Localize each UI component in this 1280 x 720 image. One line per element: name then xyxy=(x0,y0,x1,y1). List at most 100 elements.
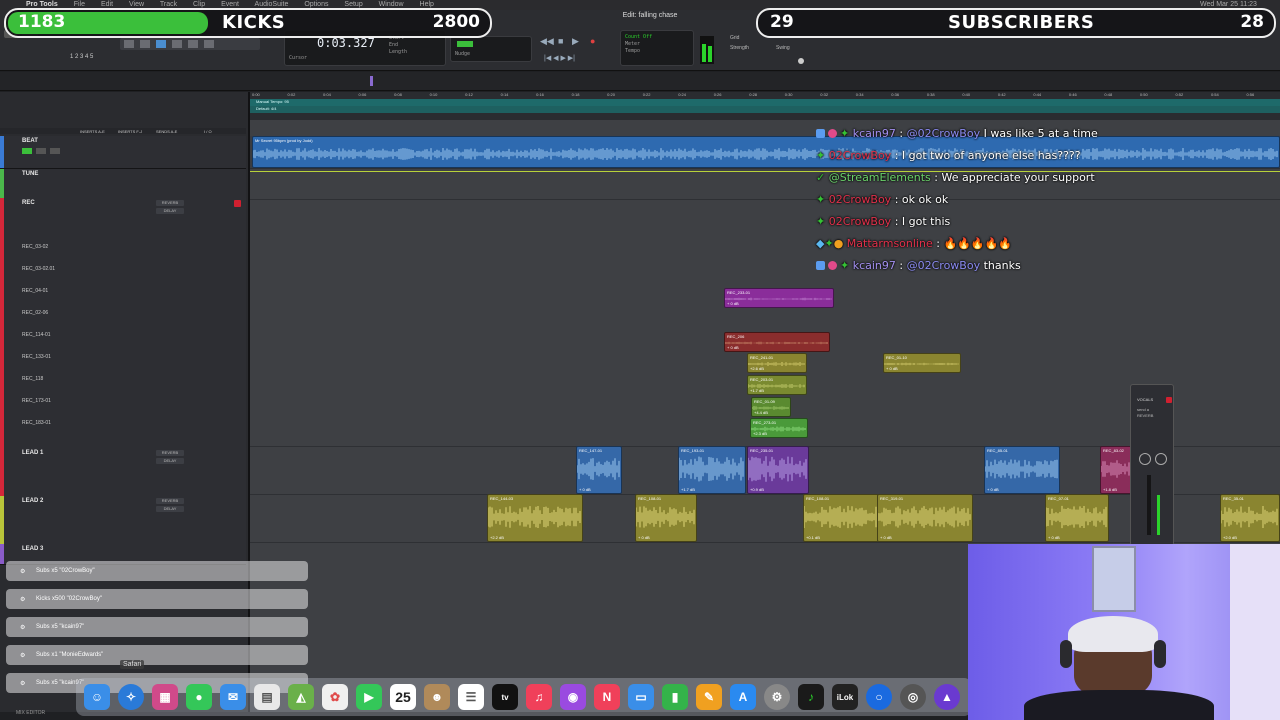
trim-tool-icon[interactable] xyxy=(140,40,150,48)
clip[interactable]: REC_241-01 +2.6 dB xyxy=(747,353,807,373)
menu-edit[interactable]: Edit xyxy=(101,1,113,8)
menu-options[interactable]: Options xyxy=(304,1,328,8)
clip[interactable]: REC_83-02 +1.8 dB xyxy=(1100,446,1132,494)
menu-clip[interactable]: Clip xyxy=(193,1,205,8)
reminders-icon[interactable]: ☰ xyxy=(458,684,484,710)
menu-track[interactable]: Track xyxy=(160,1,177,8)
pages-icon[interactable]: ✎ xyxy=(696,684,722,710)
track-lead-2[interactable]: LEAD 2 REVERB DELAY xyxy=(0,496,246,545)
menu-protools[interactable]: Pro Tools xyxy=(26,1,58,8)
rewind-icon[interactable]: ◀◀ xyxy=(540,36,554,47)
timeline-rulers[interactable]: 0:00 0:02 0:04 0:06 0:08 0:10 0:12 0:14 0:16 0:18… xyxy=(250,92,1280,120)
volume-fader[interactable] xyxy=(1147,475,1151,535)
numbers-icon[interactable]: ▮ xyxy=(662,684,688,710)
menu-window[interactable]: Window xyxy=(379,1,404,8)
track-name[interactable]: BEAT xyxy=(22,138,38,144)
appstore-icon[interactable]: A xyxy=(730,684,756,710)
midi-controls[interactable]: Count Off Meter Tempo xyxy=(620,30,694,66)
ilok-icon[interactable]: iLok xyxy=(832,684,858,710)
clip[interactable]: REC_319-01 + 0 dB xyxy=(877,494,973,542)
music-icon[interactable]: ♫ xyxy=(526,684,552,710)
record-arm-icon[interactable] xyxy=(22,148,32,154)
insert-delay[interactable]: DELAY xyxy=(156,458,184,464)
insert-reverb[interactable]: REVERB xyxy=(156,200,184,206)
nudge-display[interactable]: Nudge xyxy=(450,36,532,62)
grid-knob-icon[interactable] xyxy=(798,58,804,64)
keynote-icon[interactable]: ▭ xyxy=(628,684,654,710)
launchpad-icon[interactable]: ▦ xyxy=(152,684,178,710)
insert-delay[interactable]: DELAY xyxy=(156,506,184,512)
floating-output-window[interactable]: VOCALS send a REVERB xyxy=(1130,384,1174,546)
contacts-icon[interactable]: ☻ xyxy=(424,684,450,710)
track-rec[interactable]: REC REVERB DELAY REC_03-02 REC_03-02.01 … xyxy=(0,198,246,449)
finder-icon[interactable]: ☺ xyxy=(84,684,110,710)
clip[interactable]: REC_144-03 +2.2 dB xyxy=(487,494,583,542)
track-name[interactable]: TUNE xyxy=(22,171,38,177)
clip[interactable]: REC_273-01 +2.3 dB xyxy=(750,418,808,438)
clip[interactable]: REC_01-10 + 0 dB xyxy=(883,353,961,373)
safari-icon[interactable]: ✧ xyxy=(118,684,144,710)
tempo-ruler[interactable]: Manual Tempo: 95 xyxy=(250,99,1280,106)
menu-view[interactable]: View xyxy=(129,1,144,8)
lane-lead-2[interactable] xyxy=(250,494,1280,543)
pan-knob-right-icon[interactable] xyxy=(1155,453,1167,465)
selector-tool-icon[interactable] xyxy=(156,40,166,48)
clip[interactable]: REC_35-01 +2.0 dB xyxy=(1220,494,1280,542)
clip[interactable]: REC_108-01 +0.1 dB xyxy=(803,494,879,542)
pencil-tool-icon[interactable] xyxy=(204,40,214,48)
avid-icon[interactable]: ▲ xyxy=(934,684,960,710)
solo-button[interactable] xyxy=(36,148,46,154)
photos-icon[interactable]: ✿ xyxy=(322,684,348,710)
mute-button[interactable] xyxy=(50,148,60,154)
mini-record-icon[interactable] xyxy=(1166,397,1172,403)
podcasts-icon[interactable]: ◉ xyxy=(560,684,586,710)
messages-icon[interactable]: ● xyxy=(186,684,212,710)
scrubber-tool-icon[interactable] xyxy=(188,40,198,48)
calendar-icon[interactable]: 25 xyxy=(390,684,416,710)
menu-audiosuite[interactable]: AudioSuite xyxy=(255,1,289,8)
appletv-icon[interactable]: tv xyxy=(492,684,518,710)
track-beat[interactable]: BEAT xyxy=(0,136,246,169)
clip[interactable]: REC_07-01 + 0 dB xyxy=(1045,494,1109,542)
audio-app-icon[interactable]: ◎ xyxy=(900,684,926,710)
menu-setup[interactable]: Setup xyxy=(344,1,362,8)
menu-event[interactable]: Event xyxy=(221,1,239,8)
meter-ruler[interactable]: Default: 4/4 xyxy=(250,106,1280,113)
record-icon[interactable]: ● xyxy=(590,36,595,46)
clip[interactable]: REC_235-01 +0.9 dB xyxy=(747,446,809,494)
maps-icon[interactable]: ◭ xyxy=(288,684,314,710)
insert-reverb[interactable]: REVERB xyxy=(156,498,184,504)
playhead-marker[interactable] xyxy=(370,76,373,86)
return-zero-icon[interactable]: |◀ ◀ ▶ ▶| xyxy=(544,54,575,62)
track-name[interactable]: REC xyxy=(22,200,35,206)
clip[interactable]: REC_01-09 +4.4 dB xyxy=(751,397,791,417)
insert-reverb[interactable]: REVERB xyxy=(156,450,184,456)
markers-ruler[interactable] xyxy=(250,113,1280,120)
track-name[interactable]: LEAD 2 xyxy=(22,498,43,504)
facetime-icon[interactable]: ▶ xyxy=(356,684,382,710)
track-name[interactable]: LEAD 3 xyxy=(22,546,43,552)
grabber-tool-icon[interactable] xyxy=(172,40,182,48)
minsecs-ruler[interactable]: 0:00 0:02 0:04 0:06 0:08 0:10 0:12 0:14 0:16 0:18… xyxy=(250,92,1280,99)
clip[interactable]: REC_147-01 + 0 dB xyxy=(576,446,622,494)
track-name[interactable]: LEAD 1 xyxy=(22,450,43,456)
clip[interactable]: REC_233-01 + 0 dB xyxy=(724,288,834,308)
files-icon[interactable]: ▤ xyxy=(254,684,280,710)
news-icon[interactable]: N xyxy=(594,684,620,710)
clip[interactable]: REC_85-01 + 0 dB xyxy=(984,446,1060,494)
clip[interactable]: REC_203-01 +1.7 dB xyxy=(747,375,807,395)
clip[interactable]: REC_193-01 +1.7 dB xyxy=(678,446,746,494)
record-enable-icon[interactable] xyxy=(234,200,241,207)
stop-icon[interactable]: ■ xyxy=(558,36,563,46)
clip[interactable]: REC_108-01 + 0 dB xyxy=(635,494,697,542)
mix-editor-tabs[interactable]: MIX EDITOR xyxy=(16,710,45,716)
circle-app-icon[interactable]: ○ xyxy=(866,684,892,710)
menu-help[interactable]: Help xyxy=(420,1,434,8)
zoom-presets[interactable]: 1 2 3 4 5 xyxy=(70,54,93,60)
settings-icon[interactable]: ⚙ xyxy=(764,684,790,710)
clip[interactable]: REC_206 + 0 dB xyxy=(724,332,830,352)
track-lead-1[interactable]: LEAD 1 REVERB DELAY xyxy=(0,448,246,497)
mail-icon[interactable]: ✉ xyxy=(220,684,246,710)
pan-knob-left-icon[interactable] xyxy=(1139,453,1151,465)
play-icon[interactable]: ▶ xyxy=(572,36,579,47)
